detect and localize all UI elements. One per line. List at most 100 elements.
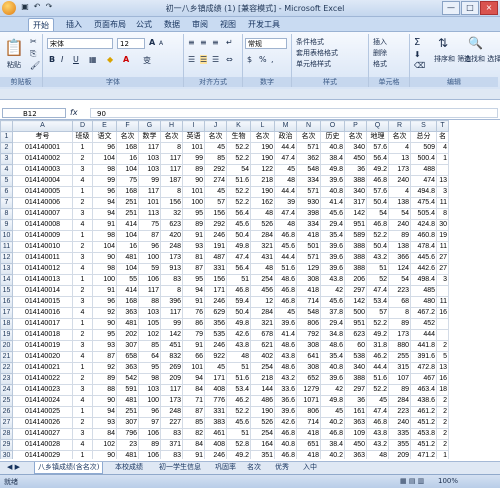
table-cell[interactable]: 40.8 (320, 362, 345, 374)
table-cell[interactable]: 49.8 (320, 164, 345, 176)
table-cell[interactable]: 8 (436, 208, 449, 220)
table-cell[interactable]: 223 (388, 285, 411, 297)
table-cell[interactable]: 36 (344, 164, 367, 176)
table-cell[interactable]: 57 (366, 307, 389, 319)
underline-button[interactable]: U (73, 55, 79, 64)
table-cell[interactable]: 47.4 (274, 153, 297, 165)
table-cell[interactable]: 190 (250, 142, 275, 154)
table-cell[interactable]: 315 (388, 362, 411, 374)
delete-cells-button[interactable]: 删除 (373, 48, 387, 58)
find-select-icon[interactable]: 🔍 (468, 36, 483, 50)
table-cell[interactable]: 16 (116, 153, 139, 165)
table-cell[interactable]: 355 (388, 439, 411, 451)
table-cell[interactable]: 79 (182, 329, 205, 341)
table-cell[interactable]: 388 (344, 373, 367, 385)
table-cell[interactable]: 444 (410, 329, 437, 341)
table-cell[interactable]: 96 (138, 406, 161, 418)
table-cell[interactable]: 100 (92, 274, 117, 286)
table-cell[interactable]: 173 (388, 329, 411, 341)
table-cell[interactable]: 名次 (250, 131, 275, 143)
table-cell[interactable]: 76 (182, 307, 205, 319)
table-cell[interactable]: 85 (182, 417, 205, 429)
table-cell[interactable]: 475.4 (410, 197, 437, 209)
table-cell[interactable]: 102 (92, 439, 117, 451)
table-cell[interactable]: 46.8 (274, 296, 297, 308)
table-cell[interactable]: 43.2 (274, 373, 297, 385)
table-cell[interactable]: 43.8 (320, 274, 345, 286)
table-cell[interactable]: 388 (344, 263, 367, 275)
table-cell[interactable]: 100 (182, 197, 205, 209)
column-header[interactable]: I (182, 120, 205, 132)
table-cell[interactable]: 3 (72, 340, 93, 352)
table-cell[interactable]: 92 (92, 307, 117, 319)
table-cell[interactable]: 450 (344, 439, 367, 451)
table-cell[interactable]: 2 (436, 340, 449, 352)
table-cell[interactable]: 474 (410, 175, 437, 187)
row-header[interactable]: 18 (0, 318, 13, 330)
table-cell[interactable]: 3 (72, 208, 93, 220)
table-cell[interactable]: 451.2 (410, 417, 437, 429)
sort-filter-icon[interactable]: ⇅ (438, 36, 448, 50)
table-cell[interactable]: 420 (160, 230, 183, 242)
table-cell[interactable]: 1 (436, 450, 449, 459)
table-cell[interactable]: 46.8 (274, 230, 297, 242)
table-cell[interactable]: 51.6 (226, 175, 251, 187)
table-cell[interactable]: 94 (92, 406, 117, 418)
row-header[interactable]: 19 (0, 329, 13, 341)
table-cell[interactable]: 90 (92, 450, 117, 459)
table-cell[interactable]: 187 (160, 175, 183, 187)
table-cell[interactable]: 91 (182, 340, 205, 352)
table-cell[interactable]: 45 (204, 142, 227, 154)
table-cell[interactable]: 39.6 (274, 318, 297, 330)
sheet-nav-icon[interactable]: ◀ ▶ (4, 462, 23, 473)
table-cell[interactable]: 014140009 (12, 230, 73, 242)
table-cell[interactable]: 45.6 (274, 241, 297, 253)
table-cell[interactable]: 398 (296, 208, 321, 220)
table-cell[interactable]: 156 (204, 274, 227, 286)
table-cell[interactable]: 49.2 (366, 164, 389, 176)
table-cell[interactable]: 418 (296, 450, 321, 459)
comma-icon[interactable]: , (271, 55, 274, 64)
find-select-button[interactable]: 查找和 选择 (464, 54, 500, 64)
table-cell[interactable]: 13 (436, 175, 449, 187)
row-header[interactable]: 14 (0, 274, 13, 286)
table-cell[interactable]: 391.6 (410, 351, 437, 363)
table-cell[interactable]: 19 (436, 230, 449, 242)
table-cell[interactable]: 1 (72, 230, 93, 242)
table-cell[interactable]: 246 (204, 296, 227, 308)
table-cell[interactable]: 84 (182, 439, 205, 451)
table-cell[interactable]: 85 (204, 153, 227, 165)
table-cell[interactable]: 481 (116, 395, 139, 407)
table-cell[interactable]: 48 (366, 450, 389, 459)
table-cell[interactable]: 451 (160, 340, 183, 352)
table-cell[interactable]: 480 (410, 296, 437, 308)
table-cell[interactable]: 951 (344, 219, 367, 231)
table-cell[interactable]: 117 (138, 186, 161, 198)
table-cell[interactable]: 44.4 (366, 362, 389, 374)
tab-data[interactable]: 数据 (160, 18, 184, 31)
table-cell[interactable]: 42 (320, 285, 345, 297)
shrink-font-icon[interactable]: A (159, 40, 163, 47)
table-cell[interactable] (436, 285, 449, 297)
row-header[interactable]: 29 (0, 439, 13, 451)
align-top-icon[interactable]: ≡ (188, 38, 195, 47)
table-cell[interactable]: 362 (296, 153, 321, 165)
row-header[interactable]: 2 (0, 142, 13, 154)
table-cell[interactable]: 93 (182, 241, 205, 253)
table-cell[interactable]: 308 (296, 274, 321, 286)
table-cell[interactable]: 考号 (12, 131, 73, 143)
table-cell[interactable]: 45 (274, 307, 297, 319)
table-cell[interactable]: 173 (160, 395, 183, 407)
table-cell[interactable]: 806 (296, 406, 321, 418)
table-cell[interactable]: 87 (182, 406, 205, 418)
table-cell[interactable]: 46.8 (274, 285, 297, 297)
table-cell[interactable]: 48.6 (274, 362, 297, 374)
table-cell[interactable]: 100 (138, 395, 161, 407)
table-cell[interactable]: 83 (160, 274, 183, 286)
table-cell[interactable]: 651 (296, 439, 321, 451)
table-cell[interactable]: 3 (72, 296, 93, 308)
table-cell[interactable]: 467.2 (410, 307, 437, 319)
table-cell[interactable]: 51 (226, 362, 251, 374)
table-cell[interactable]: 39.6 (320, 241, 345, 253)
table-cell[interactable]: 014140014 (12, 285, 73, 297)
